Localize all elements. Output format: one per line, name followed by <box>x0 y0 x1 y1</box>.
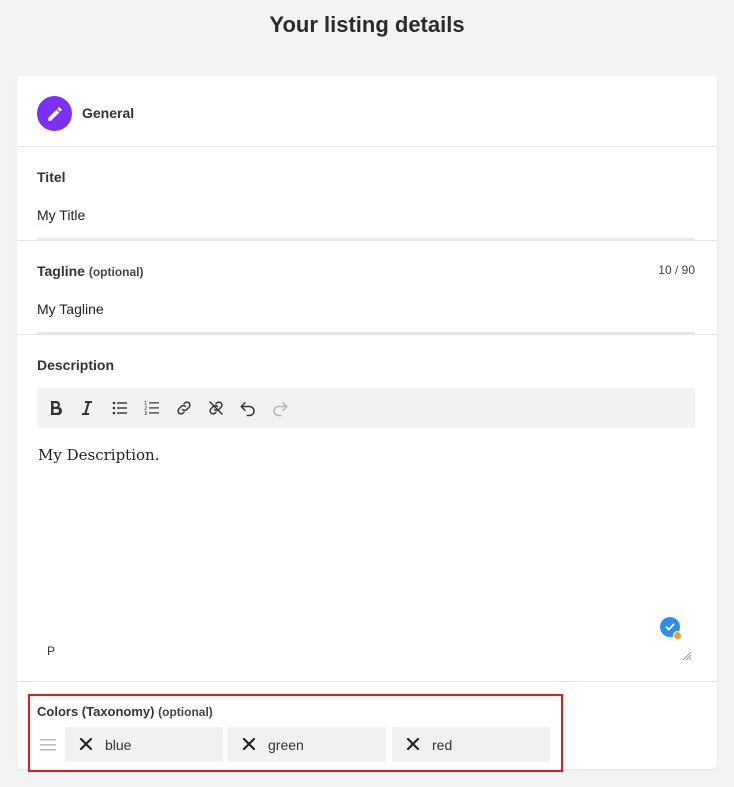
title-input-underline <box>37 238 695 240</box>
title-input[interactable]: My Title <box>37 207 85 223</box>
undo-icon[interactable] <box>236 396 260 420</box>
highlight-box <box>28 694 563 772</box>
grammar-status-dot <box>673 631 682 640</box>
section-header: General <box>17 76 717 147</box>
redo-icon[interactable] <box>268 396 292 420</box>
bullet-list-icon[interactable] <box>108 396 132 420</box>
tagline-char-counter: 10 / 90 <box>658 263 695 277</box>
editor-toolbar: 123 <box>37 388 695 428</box>
tagline-label: Tagline (optional) <box>37 263 144 279</box>
tagline-field: Tagline (optional) 10 / 90 My Tagline <box>17 241 717 335</box>
pencil-icon <box>37 96 72 131</box>
description-label: Description <box>37 357 115 373</box>
title-field: Titel My Title <box>17 147 717 241</box>
title-label: Titel <box>37 169 66 185</box>
bold-icon[interactable] <box>44 396 68 420</box>
page-title: Your listing details <box>269 12 465 37</box>
svg-text:3: 3 <box>144 411 147 416</box>
unlink-icon[interactable] <box>204 396 228 420</box>
tagline-optional: (optional) <box>88 265 144 279</box>
tagline-input[interactable]: My Tagline <box>37 301 104 317</box>
tagline-label-text: Tagline <box>37 263 85 279</box>
listing-card: General Titel My Title Tagline (optional… <box>17 76 717 769</box>
italic-icon[interactable] <box>75 396 99 420</box>
editor-resize-handle[interactable] <box>682 648 692 666</box>
numbered-list-icon[interactable]: 123 <box>140 396 164 420</box>
description-editor[interactable]: My Description. <box>38 446 159 464</box>
section-title: General <box>82 105 135 121</box>
editor-element-path: P <box>47 644 56 658</box>
tagline-input-underline <box>37 332 695 334</box>
link-icon[interactable] <box>172 396 196 420</box>
